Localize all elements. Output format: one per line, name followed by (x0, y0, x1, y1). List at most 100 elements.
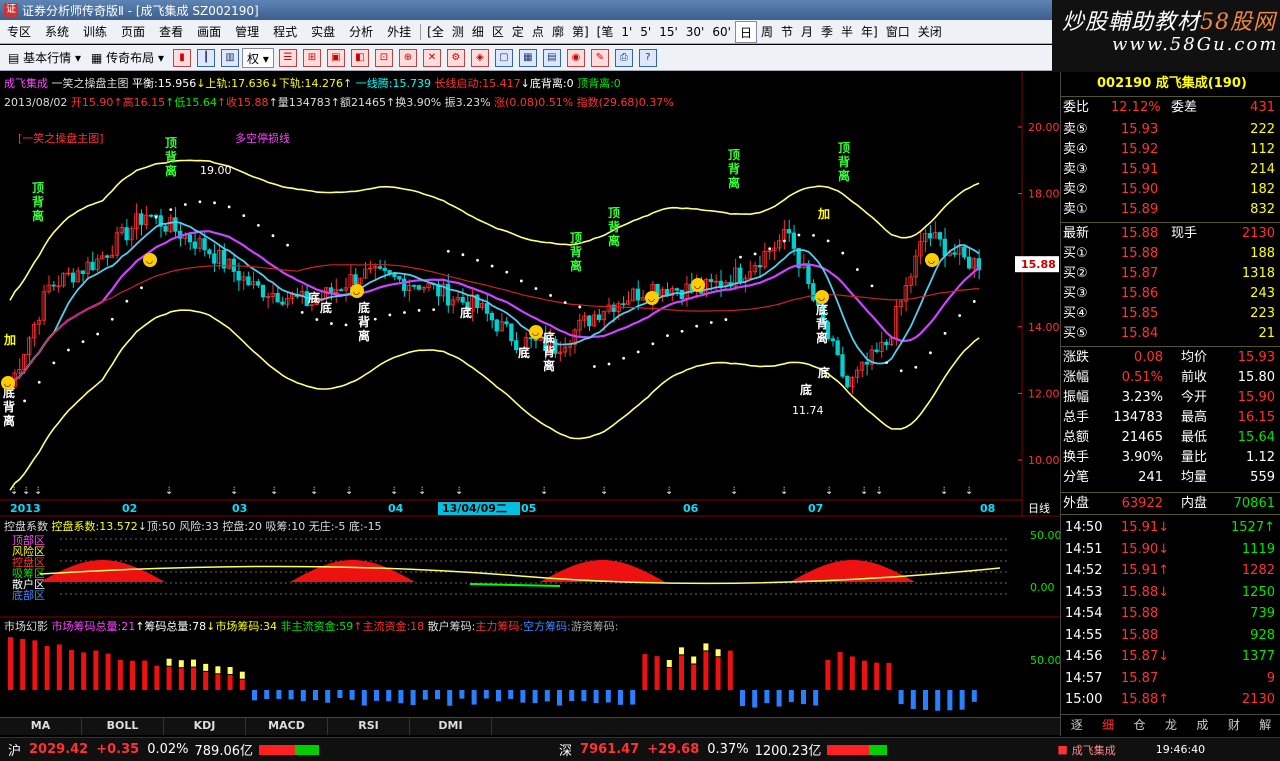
period-窗口[interactable]: 窗口 (882, 21, 914, 43)
tick-row[interactable]: 14:57 15.87 9 (1063, 669, 1279, 689)
stat-row[interactable]: 总手 134783 最高 16.15 (1063, 408, 1279, 428)
stack-icon[interactable]: ◈ (470, 48, 489, 67)
tab-rsi[interactable]: RSI (328, 718, 410, 735)
tab-ma[interactable]: MA (0, 718, 82, 735)
ask-row[interactable]: 卖③ 15.91 214 (1063, 160, 1279, 180)
stat-row[interactable]: 涨幅 0.51% 前收 15.80 (1063, 368, 1279, 388)
menu-管理[interactable]: 管理 (228, 21, 266, 43)
quote-tab-仓[interactable]: 仓 (1124, 715, 1155, 736)
bid-row[interactable]: 买⑤ 15.84 21 (1063, 324, 1279, 344)
stat-row[interactable]: 总额 21465 最低 15.64 (1063, 428, 1279, 448)
alert-icon[interactable]: ◉ (566, 48, 585, 67)
menu-画面[interactable]: 画面 (190, 21, 228, 43)
period-年][interactable]: 年] (857, 21, 882, 43)
ask-row[interactable]: 卖① 15.89 832 (1063, 200, 1279, 220)
stat-row[interactable]: 分笔 241 均量 559 (1063, 468, 1279, 488)
period-定[interactable]: 定 (508, 21, 528, 43)
bid-row[interactable]: 买④ 15.85 223 (1063, 304, 1279, 324)
period-5'[interactable]: 5' (636, 21, 655, 43)
quote-tab-龙[interactable]: 龙 (1155, 715, 1186, 736)
tick-row[interactable]: 14:52 15.91↑ 1282 (1063, 561, 1279, 581)
menu-页面[interactable]: 页面 (114, 21, 152, 43)
list-icon[interactable]: ☰ (278, 48, 297, 67)
period-第][interactable]: 第] (568, 21, 593, 43)
period-节[interactable]: 节 (777, 21, 797, 43)
help-icon[interactable]: ? (638, 48, 657, 67)
main-chart[interactable]: 20.0018.0016.0014.0012.0010.0015.88[一笑之操… (0, 72, 1060, 736)
menu-系统[interactable]: 系统 (38, 21, 76, 43)
multi-icon[interactable]: ⊡ (374, 48, 393, 67)
period-廓[interactable]: 廓 (548, 21, 568, 43)
tab-dmi[interactable]: DMI (410, 718, 492, 735)
layout-button[interactable]: ▦ 传奇布局 ▾ (87, 48, 168, 68)
grid-icon[interactable]: ▦ (518, 48, 537, 67)
kline-icon[interactable]: ┃ (197, 48, 216, 67)
period-区[interactable]: 区 (488, 21, 508, 43)
period-1'[interactable]: 1' (617, 21, 636, 43)
bid-row[interactable]: 买③ 15.86 243 (1063, 284, 1279, 304)
window-icon[interactable]: ▢ (494, 48, 513, 67)
print-icon[interactable]: ⎙ (614, 48, 633, 67)
ask-row[interactable]: 卖④ 15.92 112 (1063, 140, 1279, 160)
period-[笔[interactable]: [笔 (593, 21, 618, 43)
menu-专区[interactable]: 专区 (0, 21, 38, 43)
basic-quote-button[interactable]: ▤ 基本行情 ▾ (4, 48, 85, 68)
quan-button[interactable]: 权 ▾ (242, 47, 274, 68)
menu-外挂[interactable]: 外挂 (380, 21, 418, 43)
tick-row[interactable]: 14:50 15.91↓ 1527↑ (1063, 518, 1279, 538)
tools-icon[interactable]: ⚙ (446, 48, 465, 67)
period-[全[interactable]: [全 (423, 21, 448, 43)
quote-tab-细[interactable]: 细 (1092, 715, 1123, 736)
tick-row[interactable]: 14:51 15.90↓ 1119 (1063, 540, 1279, 560)
zoom-icon[interactable]: ⊕ (398, 48, 417, 67)
tick-row[interactable]: 15:00 15.88↑ 2130 (1063, 690, 1279, 710)
bid-row[interactable]: 买① 15.88 188 (1063, 244, 1279, 264)
tick-row[interactable]: 14:54 15.88 739 (1063, 604, 1279, 624)
period-点[interactable]: 点 (528, 21, 548, 43)
ask-row[interactable]: 卖② 15.90 182 (1063, 180, 1279, 200)
rank-icon[interactable]: ◧ (350, 48, 369, 67)
stat-row[interactable]: 涨跌 0.08 均价 15.93 (1063, 348, 1279, 368)
last-row[interactable]: 最新 15.88 现手 2130 (1063, 224, 1279, 244)
menu-查看[interactable]: 查看 (152, 21, 190, 43)
period-月[interactable]: 月 (797, 21, 817, 43)
period-30'[interactable]: 30' (682, 21, 709, 43)
bar-icon[interactable]: ▥ (221, 48, 240, 67)
outer-inner-row[interactable]: 外盘 63922 内盘 70861 (1063, 494, 1279, 514)
chart-icon[interactable]: ▮ (173, 48, 192, 67)
tick-row[interactable]: 14:53 15.88↓ 1250 (1063, 583, 1279, 603)
period-关闭[interactable]: 关闭 (914, 21, 946, 43)
tab-kdj[interactable]: KDJ (164, 718, 246, 735)
period-周[interactable]: 周 (757, 21, 777, 43)
f10-icon[interactable]: ⊞ (302, 48, 321, 67)
tile-icon[interactable]: ▤ (542, 48, 561, 67)
period-半[interactable]: 半 (837, 21, 857, 43)
ask-row[interactable]: 卖⑤ 15.93 222 (1063, 120, 1279, 140)
period-细[interactable]: 细 (468, 21, 488, 43)
bid-row[interactable]: 买② 15.87 1318 (1063, 264, 1279, 284)
cross-icon[interactable]: ✕ (422, 48, 441, 67)
stat-row[interactable]: 换手 3.90% 量比 1.12 (1063, 448, 1279, 468)
menu-训练[interactable]: 训练 (76, 21, 114, 43)
period-测[interactable]: 测 (448, 21, 468, 43)
stat-row[interactable]: 振幅 3.23% 今开 15.90 (1063, 388, 1279, 408)
chart-area[interactable]: 成飞集成 一笑之操盘主图 平衡:15.956↓上轨:17.636↓下轨:14.2… (0, 72, 1060, 736)
tick-row[interactable]: 14:55 15.88 928 (1063, 626, 1279, 646)
period-日[interactable]: 日 (734, 20, 757, 43)
quote-tab-解[interactable]: 解 (1250, 715, 1280, 736)
quote-tab-财[interactable]: 财 (1218, 715, 1249, 736)
report-icon[interactable]: ▣ (326, 48, 345, 67)
menu-分析[interactable]: 分析 (342, 21, 380, 43)
tick-row[interactable]: 14:56 15.87↓ 1377 (1063, 647, 1279, 667)
period-15'[interactable]: 15' (655, 21, 682, 43)
period-60'[interactable]: 60' (708, 21, 735, 43)
quote-tab-成[interactable]: 成 (1187, 715, 1218, 736)
period-季[interactable]: 季 (817, 21, 837, 43)
menu-实盘[interactable]: 实盘 (304, 21, 342, 43)
quote-header[interactable]: 002190 成飞集成(190) (1063, 74, 1279, 94)
quote-wb[interactable]: 委比 12.12% 委差 431 (1063, 98, 1279, 118)
menu-程式[interactable]: 程式 (266, 21, 304, 43)
tab-boll[interactable]: BOLL (82, 718, 164, 735)
quote-tab-逐[interactable]: 逐 (1061, 715, 1092, 736)
tab-macd[interactable]: MACD (246, 718, 328, 735)
